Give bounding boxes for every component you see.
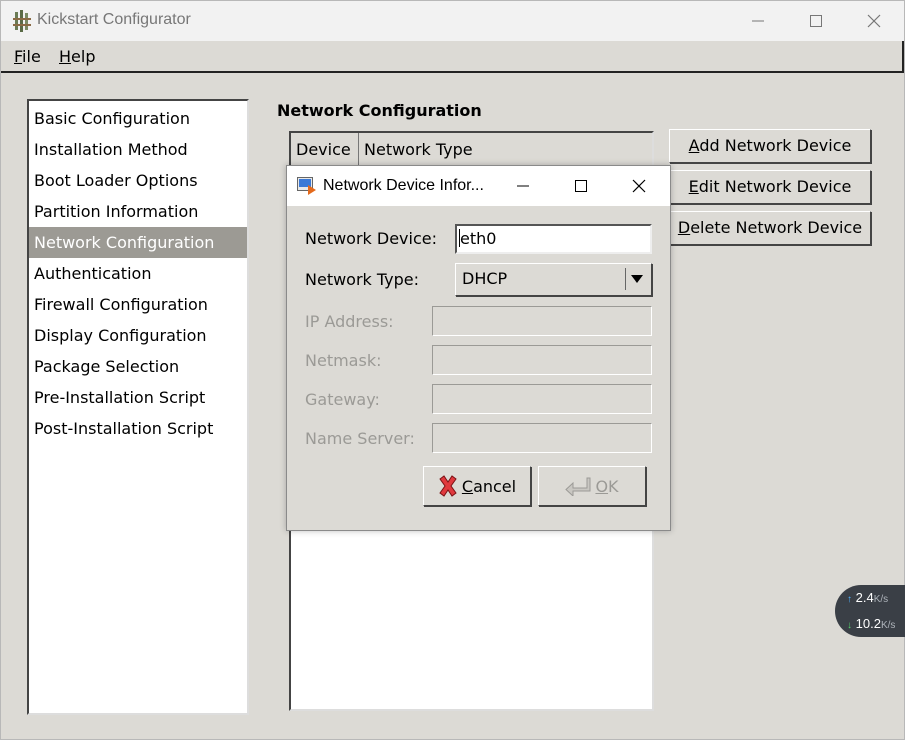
nav-item-partition-information[interactable]: Partition Information — [29, 196, 247, 227]
dialog-close-button[interactable] — [617, 170, 661, 202]
netmask-label: Netmask: — [305, 351, 382, 370]
kickstart-app-icon — [13, 10, 31, 32]
close-icon — [867, 14, 881, 28]
nav-item-installation-method[interactable]: Installation Method — [29, 134, 247, 165]
close-icon — [632, 179, 646, 193]
column-header-network-type[interactable]: Network Type — [359, 133, 652, 166]
netmask-input[interactable] — [432, 345, 652, 375]
section-list: Basic Configuration Installation Method … — [27, 99, 249, 715]
dialog-maximize-button[interactable] — [559, 170, 603, 202]
name-server-label: Name Server: — [305, 429, 415, 448]
network-type-value: DHCP — [462, 269, 508, 288]
table-header: Device Network Type — [291, 133, 652, 166]
minimize-button[interactable] — [735, 5, 781, 37]
enter-arrow-icon — [565, 477, 591, 496]
title-bar[interactable]: Kickstart Configurator — [1, 1, 904, 41]
menu-file[interactable]: File — [14, 47, 41, 66]
nav-item-network-configuration[interactable]: Network Configuration — [29, 227, 247, 258]
menu-help[interactable]: Help — [59, 47, 95, 66]
nav-item-package-selection[interactable]: Package Selection — [29, 351, 247, 382]
nav-item-boot-loader-options[interactable]: Boot Loader Options — [29, 165, 247, 196]
menu-bar: File Help — [1, 41, 904, 73]
nav-item-firewall-configuration[interactable]: Firewall Configuration — [29, 289, 247, 320]
add-network-device-button[interactable]: Add Network Device — [669, 129, 871, 163]
maximize-icon — [810, 15, 822, 27]
edit-network-device-button[interactable]: Edit Network Device — [669, 170, 871, 204]
chevron-down-icon — [630, 275, 643, 283]
nav-item-post-installation-script[interactable]: Post-Installation Script — [29, 413, 247, 444]
gateway-label: Gateway: — [305, 390, 380, 409]
upload-speed: ↑ 2.4K/s — [847, 590, 889, 605]
network-device-input[interactable]: eth0 — [455, 224, 652, 254]
nav-item-authentication[interactable]: Authentication — [29, 258, 247, 289]
close-button[interactable] — [851, 5, 897, 37]
column-header-device[interactable]: Device — [291, 133, 359, 166]
ip-address-input[interactable] — [432, 306, 652, 336]
network-device-dialog: Network Device Infor... Network Device: … — [286, 165, 671, 531]
name-server-input[interactable] — [432, 423, 652, 453]
upload-arrow-icon: ↑ — [847, 594, 852, 605]
cancel-button[interactable]: Cancel — [423, 466, 531, 506]
dialog-title-bar[interactable]: Network Device Infor... — [287, 166, 670, 206]
cancel-x-icon — [439, 475, 457, 497]
maximize-button[interactable] — [793, 5, 839, 37]
section-title: Network Configuration — [277, 101, 482, 120]
delete-network-device-button[interactable]: Delete Network Device — [669, 211, 871, 245]
dialog-title: Network Device Infor... — [323, 177, 484, 194]
network-speed-widget[interactable]: ↑ 2.4K/s ↓ 10.2K/s — [835, 585, 905, 637]
nav-item-pre-installation-script[interactable]: Pre-Installation Script — [29, 382, 247, 413]
network-device-icon — [297, 177, 316, 195]
dropdown-arrow-icon[interactable] — [625, 268, 647, 290]
network-device-label: Network Device: — [305, 229, 437, 248]
ip-address-label: IP Address: — [305, 312, 394, 331]
nav-item-basic-configuration[interactable]: Basic Configuration — [29, 103, 247, 134]
dialog-minimize-button[interactable] — [501, 170, 545, 202]
window-title: Kickstart Configurator — [37, 11, 191, 28]
minimize-icon — [752, 20, 764, 22]
network-type-select[interactable]: DHCP — [455, 263, 652, 296]
maximize-icon — [575, 180, 587, 192]
nav-item-display-configuration[interactable]: Display Configuration — [29, 320, 247, 351]
ok-button[interactable]: OK — [538, 466, 646, 506]
download-arrow-icon: ↓ — [847, 620, 852, 631]
download-speed: ↓ 10.2K/s — [847, 616, 896, 631]
minimize-icon — [517, 185, 529, 187]
gateway-input[interactable] — [432, 384, 652, 414]
network-type-label: Network Type: — [305, 270, 420, 289]
main-window: Kickstart Configurator File Help Basic C… — [0, 0, 905, 740]
